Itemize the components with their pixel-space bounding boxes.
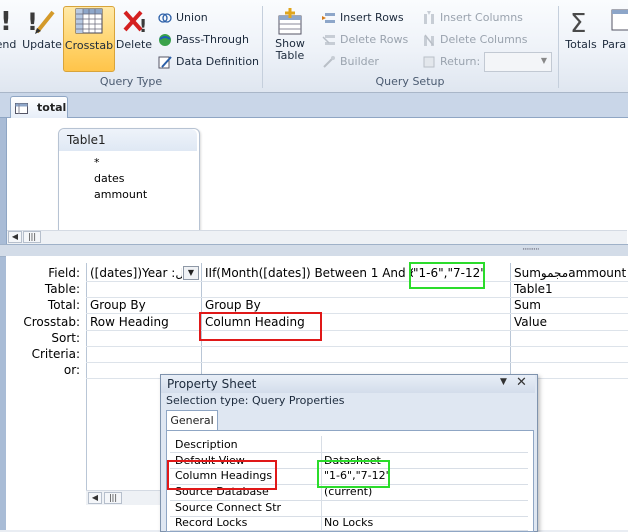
property-value[interactable]: No Locks bbox=[324, 516, 373, 529]
property-name: Record Locks bbox=[175, 516, 248, 529]
insert-columns-icon bbox=[422, 11, 436, 25]
grid-cell-crosstab-3[interactable]: Value bbox=[514, 315, 626, 329]
grid-row-label-or: or: bbox=[63, 363, 80, 377]
grid-cell-table-3[interactable]: Table1 bbox=[514, 282, 626, 296]
close-icon[interactable]: ✕ bbox=[516, 375, 527, 390]
builder-wand-icon bbox=[322, 55, 336, 69]
property-sheet-menu-icon[interactable]: ▼ bbox=[500, 377, 507, 387]
ribbon-separator bbox=[558, 6, 559, 88]
table-field-list-title[interactable]: Table1 bbox=[59, 129, 197, 151]
red-highlight-box bbox=[167, 460, 277, 490]
grid-cell-field-1[interactable]: ([dates])Year :أل bbox=[90, 266, 182, 280]
delete-columns-button[interactable]: Delete Columns bbox=[422, 31, 528, 49]
delete-rows-button[interactable]: Delete Rows bbox=[322, 31, 408, 49]
property-sheet-title: Property Sheet bbox=[161, 375, 535, 393]
delete-query-label: Delete bbox=[115, 38, 153, 51]
scroll-left-icon[interactable]: ◀ bbox=[8, 231, 22, 243]
parameters-label: Para bbox=[602, 38, 627, 51]
totals-button[interactable]: Σ Totals bbox=[561, 6, 601, 66]
data-definition-icon bbox=[158, 55, 172, 69]
crosstab-grid-icon bbox=[74, 7, 104, 37]
crosstab-label: Crosstab bbox=[64, 39, 114, 52]
grid-scrollbar[interactable]: ◀ ||| bbox=[86, 490, 162, 505]
grid-row-label-table: Table: bbox=[44, 282, 80, 296]
grid-row-line bbox=[86, 313, 628, 314]
query-type-group-label: Query Type bbox=[99, 75, 163, 88]
field-list-item-dates[interactable]: dates bbox=[94, 172, 125, 185]
chevron-down-icon: ▼ bbox=[540, 56, 547, 65]
sigma-icon: Σ bbox=[566, 6, 596, 39]
selection-type: Selection type: Query Properties bbox=[166, 394, 345, 407]
svg-text:!: ! bbox=[139, 16, 147, 36]
field-list-item-all[interactable]: * bbox=[94, 156, 100, 169]
query-setup-group-label: Query Setup bbox=[375, 75, 445, 88]
parameters-icon bbox=[608, 6, 628, 36]
union-button[interactable]: Union bbox=[158, 9, 208, 27]
document-tab-label: total bbox=[37, 101, 67, 114]
append-label: end bbox=[0, 38, 17, 51]
parameters-button[interactable]: Para bbox=[602, 6, 628, 66]
show-table-button[interactable]: Show Table bbox=[270, 6, 310, 66]
property-name: Source Connect Str bbox=[175, 501, 282, 514]
show-table-label-line2: Table bbox=[275, 49, 305, 62]
grid-cell-total-1[interactable]: Group By bbox=[90, 298, 198, 312]
query-tab-icon bbox=[15, 101, 29, 114]
grid-row-label-criteria: Criteria: bbox=[31, 347, 80, 361]
return-label: Return: bbox=[422, 53, 480, 71]
upper-pane-scrollbar[interactable]: ◀ ||| bbox=[7, 230, 627, 244]
grid-cell-total-2[interactable]: Group By bbox=[205, 298, 505, 312]
grid-column-divider bbox=[86, 263, 87, 499]
insert-rows-icon bbox=[322, 11, 336, 25]
union-icon bbox=[158, 11, 172, 25]
show-table-icon bbox=[275, 6, 305, 36]
svg-text:Σ: Σ bbox=[570, 9, 586, 36]
append-button[interactable]: ! end bbox=[0, 6, 18, 66]
grid-row-line bbox=[86, 346, 628, 347]
delete-x-icon: ! bbox=[119, 6, 149, 37]
insert-rows-button[interactable]: Insert Rows bbox=[322, 9, 404, 27]
svg-text:!: ! bbox=[0, 7, 12, 36]
green-highlight-box bbox=[409, 262, 485, 289]
update-label: Update bbox=[22, 38, 62, 51]
globe-icon bbox=[158, 33, 172, 47]
grid-cell-crosstab-1[interactable]: Row Heading bbox=[90, 315, 198, 329]
pass-through-button[interactable]: Pass-Through bbox=[158, 31, 249, 49]
return-dropdown[interactable]: ▼ bbox=[484, 52, 552, 72]
grid-cell-field-2[interactable]: IIf(Month([dates]) Between 1 And 6 bbox=[205, 266, 413, 280]
grid-row-label-total: Total: bbox=[47, 298, 80, 312]
grid-row-line bbox=[86, 330, 628, 331]
totals-label: Totals bbox=[565, 38, 597, 51]
field-dropdown-icon[interactable]: ▼ bbox=[183, 266, 199, 280]
data-definition-button[interactable]: Data Definition bbox=[158, 53, 259, 71]
property-name: Description bbox=[175, 438, 238, 451]
splitter-grip-icon: ········· bbox=[522, 245, 540, 255]
grid-row-label-crosstab: Crosstab: bbox=[23, 315, 80, 329]
grid-row-label-field: Field: bbox=[48, 266, 80, 280]
grid-row-line bbox=[86, 362, 628, 363]
scroll-thumb[interactable]: ||| bbox=[104, 492, 122, 504]
grid-cell-total-3[interactable]: Sum bbox=[514, 298, 626, 312]
delete-query-button[interactable]: ! Delete bbox=[114, 6, 154, 66]
tab-general[interactable]: General bbox=[166, 410, 218, 431]
insert-columns-button[interactable]: Insert Columns bbox=[422, 9, 523, 27]
delete-columns-icon bbox=[422, 33, 436, 47]
scroll-thumb[interactable]: ||| bbox=[23, 231, 41, 243]
crosstab-button[interactable]: Crosstab bbox=[63, 6, 115, 72]
update-button[interactable]: ! Update bbox=[22, 6, 62, 66]
document-tab-total[interactable]: total bbox=[10, 96, 68, 118]
red-highlight-box bbox=[199, 312, 322, 341]
grid-row-label-sort: Sort: bbox=[51, 331, 80, 345]
grid-cell-field-3[interactable]: Sumمجموammount: ar bbox=[514, 266, 626, 280]
document-tab-strip bbox=[0, 93, 628, 118]
delete-rows-icon bbox=[322, 33, 336, 47]
append-icon: ! bbox=[0, 6, 24, 37]
green-highlight-box bbox=[317, 460, 390, 488]
builder-button[interactable]: Builder bbox=[322, 53, 379, 71]
return-icon bbox=[422, 55, 436, 69]
field-list-item-ammount[interactable]: ammount bbox=[94, 188, 147, 201]
scroll-left-icon[interactable]: ◀ bbox=[88, 492, 102, 504]
update-pencil-icon: ! bbox=[27, 6, 57, 36]
